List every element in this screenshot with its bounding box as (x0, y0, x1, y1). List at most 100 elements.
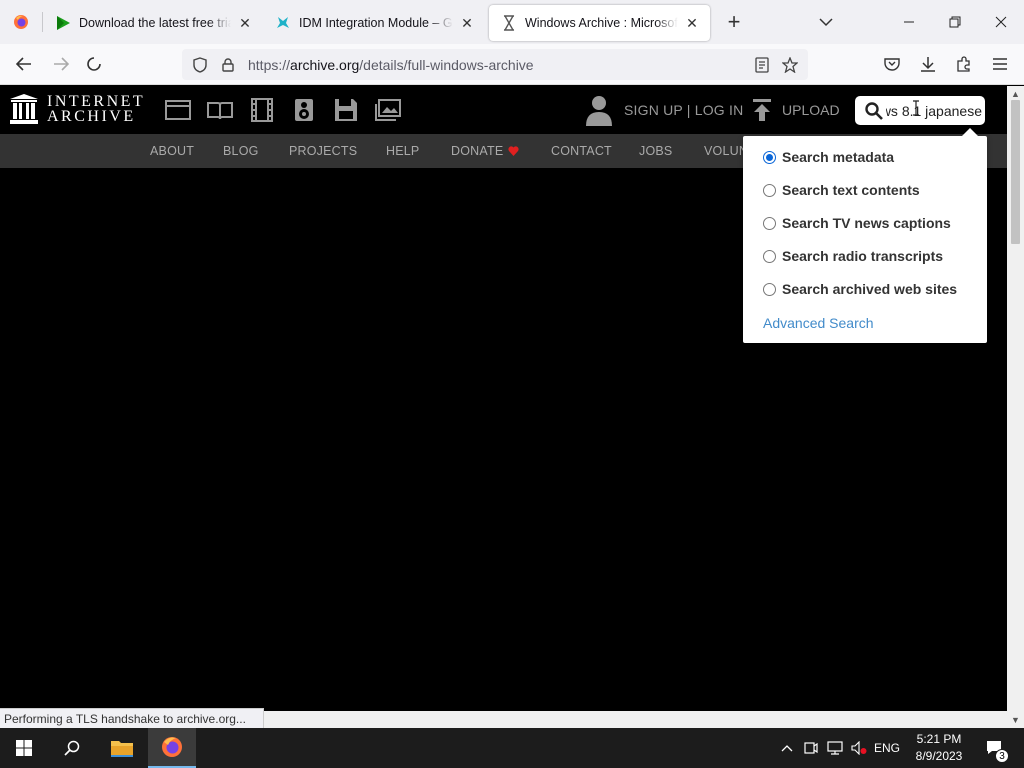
radio-unchecked[interactable] (763, 216, 776, 230)
meet-now-icon[interactable] (801, 728, 821, 768)
radio-unchecked[interactable] (763, 249, 776, 263)
hourglass-icon (501, 15, 517, 31)
close-tab-icon[interactable]: ✕ (459, 15, 475, 31)
option-label: Search TV news captions (782, 215, 951, 231)
search-icon[interactable] (48, 728, 96, 768)
close-window-icon[interactable] (978, 0, 1024, 44)
nav-blog[interactable]: BLOG (223, 144, 259, 158)
tab-download-trial[interactable]: Download the latest free trial ve ✕ (43, 5, 263, 41)
scroll-up-arrow-icon[interactable]: ▲ (1010, 88, 1021, 99)
extensions-icon[interactable] (949, 49, 979, 79)
bookmark-star-icon[interactable] (776, 56, 804, 73)
url-text[interactable]: https://archive.org/details/full-windows… (248, 57, 534, 73)
file-explorer-icon[interactable] (98, 728, 146, 768)
lock-icon[interactable] (214, 57, 242, 72)
audio-icon[interactable] (290, 97, 318, 123)
upload-label: UPLOAD (782, 102, 840, 118)
clock[interactable]: 5:21 PM 8/9/2023 (904, 731, 974, 765)
firefox-taskbar-icon[interactable] (148, 728, 196, 768)
volume-muted-icon[interactable] (848, 728, 870, 768)
search-input-value[interactable]: ws 8.1 japanese (886, 103, 984, 119)
option-search-web-sites[interactable]: Search archived web sites (763, 281, 957, 297)
network-icon[interactable] (824, 728, 846, 768)
firefox-view-icon[interactable] (0, 0, 42, 44)
language-indicator[interactable]: ENG (872, 728, 902, 768)
language-label: ENG (873, 741, 900, 755)
url-host: archive.org (290, 56, 360, 73)
upload-arrow-icon (753, 99, 771, 121)
close-tab-icon[interactable]: ✕ (684, 15, 700, 31)
software-icon[interactable] (332, 97, 360, 123)
play-arrow-icon (55, 15, 71, 31)
images-icon[interactable] (374, 97, 402, 123)
text-cursor-icon (913, 100, 919, 116)
stop-loading-icon[interactable] (79, 49, 109, 79)
clock-time: 5:21 PM (916, 732, 962, 746)
tab-title: Download the latest free trial ve (79, 16, 231, 30)
tab-title: Windows Archive : Microsoft : F (525, 16, 678, 30)
search-options-dropdown: Search metadata Search text contents Sea… (743, 128, 987, 343)
ia-search-input[interactable]: ws 8.1 japanese (855, 96, 985, 125)
scroll-thumb[interactable] (1011, 100, 1020, 244)
status-bar: Performing a TLS handshake to archive.or… (0, 708, 264, 729)
texts-icon[interactable] (206, 97, 234, 123)
option-label: Search archived web sites (782, 281, 958, 297)
upload-button[interactable]: UPLOAD (752, 98, 840, 122)
search-icon[interactable] (862, 101, 886, 120)
option-label: Search text contents (782, 182, 920, 198)
tracking-protection-shield-icon[interactable] (186, 56, 214, 73)
sign-up-log-in-link[interactable]: SIGN UP | LOG IN (624, 102, 743, 118)
option-label: Search metadata (782, 149, 895, 165)
pocket-icon[interactable] (877, 49, 907, 79)
scroll-down-arrow-icon[interactable]: ▼ (1010, 714, 1021, 725)
tab-idm-integration[interactable]: IDM Integration Module – Get th ✕ (263, 5, 485, 41)
video-icon[interactable] (248, 97, 276, 123)
radio-unchecked[interactable] (763, 183, 776, 197)
horizontal-scroll-track (264, 711, 1007, 728)
tab-title: IDM Integration Module – Get th (299, 16, 453, 30)
archive-building-icon (10, 94, 38, 124)
hamburger-menu-icon[interactable] (985, 49, 1015, 79)
nav-volunteer[interactable]: VOLUN (704, 144, 748, 158)
advanced-search-link[interactable]: Advanced Search (763, 315, 874, 331)
nav-contact[interactable]: CONTACT (551, 144, 612, 158)
vertical-scrollbar[interactable]: ▲ ▼ (1007, 86, 1024, 728)
internet-archive-logo[interactable]: INTERNET ARCHIVE (9, 93, 145, 125)
user-avatar-icon (586, 96, 612, 126)
nav-jobs[interactable]: JOBS (639, 144, 672, 158)
option-label: Search radio transcripts (782, 248, 944, 264)
web-icon[interactable] (164, 97, 192, 123)
new-tab-button[interactable]: + (716, 4, 752, 40)
downloads-icon[interactable] (913, 49, 943, 79)
windows-taskbar: ENG 5:21 PM 8/9/2023 3 (0, 728, 1024, 768)
puzzle-icon (275, 15, 291, 31)
heart-icon (508, 146, 519, 156)
nav-projects[interactable]: PROJECTS (289, 144, 357, 158)
restore-icon[interactable] (932, 0, 978, 44)
show-hidden-icons-chevron-icon[interactable] (776, 728, 798, 768)
url-bar[interactable]: https://archive.org/details/full-windows… (182, 49, 808, 80)
nav-help[interactable]: HELP (386, 144, 419, 158)
nav-about[interactable]: ABOUT (150, 144, 194, 158)
option-search-text-contents[interactable]: Search text contents (763, 182, 920, 198)
url-prefix: https:// (248, 56, 291, 73)
url-path: /details/full-windows-archive (359, 56, 534, 73)
option-search-radio-transcripts[interactable]: Search radio transcripts (763, 248, 943, 264)
user-menu[interactable]: SIGN UP | LOG IN (584, 94, 743, 126)
close-tab-icon[interactable]: ✕ (237, 15, 253, 31)
reader-view-icon[interactable] (748, 56, 776, 73)
radio-unchecked[interactable] (763, 282, 776, 296)
list-all-tabs-icon[interactable] (812, 8, 840, 36)
radio-checked[interactable] (763, 150, 776, 164)
option-search-metadata[interactable]: Search metadata (763, 149, 894, 165)
back-arrow-icon[interactable] (9, 49, 39, 79)
nav-donate[interactable]: DONATE (451, 144, 519, 158)
forward-arrow-icon[interactable] (46, 49, 76, 79)
minimize-icon[interactable] (886, 0, 932, 44)
windows-start-icon[interactable] (0, 728, 48, 768)
nav-donate-label: DONATE (451, 144, 504, 158)
tab-windows-archive[interactable]: Windows Archive : Microsoft : F ✕ (489, 5, 710, 41)
action-center-icon[interactable]: 3 (980, 728, 1010, 768)
option-search-tv-captions[interactable]: Search TV news captions (763, 215, 951, 231)
clock-date: 8/9/2023 (915, 749, 963, 763)
